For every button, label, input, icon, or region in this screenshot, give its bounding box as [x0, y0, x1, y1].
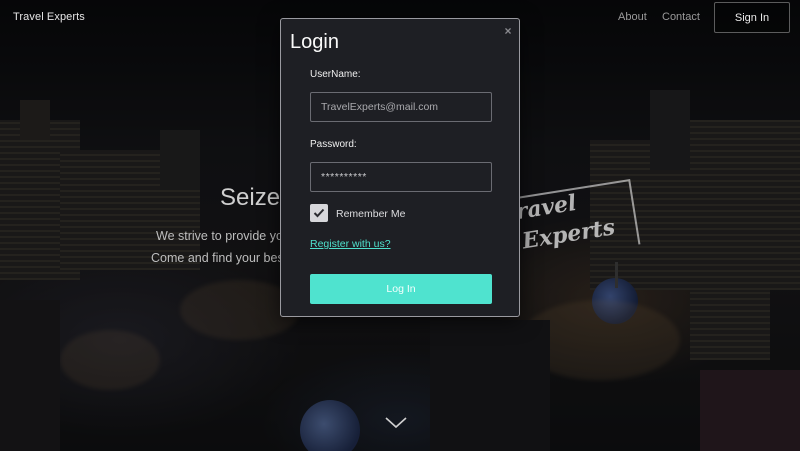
- username-label: UserName:: [310, 69, 361, 80]
- password-label: Password:: [310, 139, 357, 150]
- sign-in-button[interactable]: Sign In: [714, 2, 790, 33]
- remember-me-checkbox[interactable]: [310, 204, 328, 222]
- hero-subtitle-line-2: Come and find your bes: [151, 251, 284, 265]
- scene-logo-line-1: ravel: [513, 189, 579, 226]
- remember-me-label[interactable]: Remember Me: [336, 208, 405, 220]
- username-input[interactable]: [310, 92, 492, 122]
- brand-logo[interactable]: Travel Experts: [13, 11, 85, 23]
- register-link[interactable]: Register with us?: [310, 238, 391, 250]
- log-in-button[interactable]: Log In: [310, 274, 492, 304]
- nav-about-link[interactable]: About: [618, 11, 647, 23]
- modal-title: Login: [290, 31, 339, 53]
- hero-title: Seize: [220, 184, 281, 211]
- close-icon[interactable]: ×: [502, 24, 514, 38]
- chevron-down-icon[interactable]: [384, 416, 408, 430]
- nav-contact-link[interactable]: Contact: [662, 11, 700, 23]
- login-modal: Login × UserName: Password: Remember Me …: [280, 18, 520, 317]
- hero-subtitle-line-1: We strive to provide yo: [156, 229, 283, 243]
- password-input[interactable]: [310, 162, 492, 192]
- checkmark-icon: [313, 208, 325, 218]
